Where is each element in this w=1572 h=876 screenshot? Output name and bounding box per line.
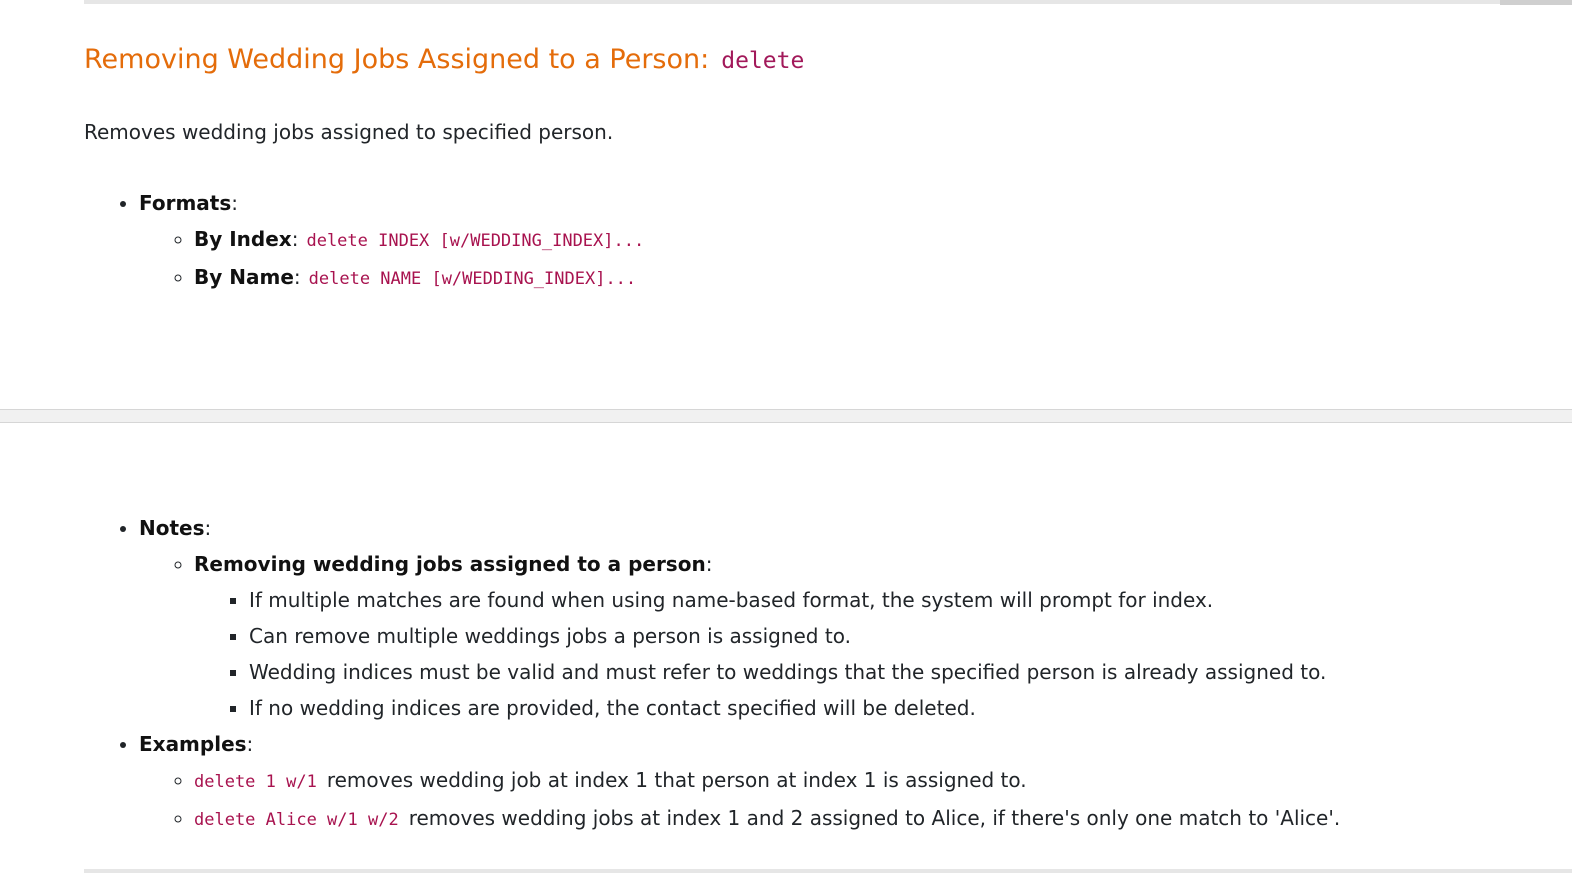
note-item-1: If multiple matches are found when using… xyxy=(249,582,1554,618)
section-intro: Removes wedding jobs assigned to specifi… xyxy=(84,120,614,144)
examples-item: Examples: delete 1 w/1removes wedding jo… xyxy=(139,726,1554,838)
top-divider-corner xyxy=(1500,0,1572,5)
bottom-divider xyxy=(84,869,1572,873)
note-item-4: If no wedding indices are provided, the … xyxy=(249,690,1554,726)
format-by-index-label: By Index xyxy=(194,227,292,251)
format-by-name-code: delete NAME [w/WEDDING_INDEX]... xyxy=(308,269,637,289)
notes-section: Notes: Removing wedding jobs assigned to… xyxy=(84,510,1554,838)
format-by-name-label: By Name xyxy=(194,265,294,289)
heading-command: delete xyxy=(721,48,805,74)
notes-subheading: Removing wedding jobs assigned to a pers… xyxy=(194,552,706,576)
note-item-3: Wedding indices must be valid and must r… xyxy=(249,654,1554,690)
notes-label: Notes xyxy=(139,516,205,540)
example-1-text: removes wedding job at index 1 that pers… xyxy=(326,768,1027,792)
formats-label: Formats xyxy=(139,191,232,215)
note-item-2: Can remove multiple weddings jobs a pers… xyxy=(249,618,1554,654)
format-by-index: By Index:delete INDEX [w/WEDDING_INDEX].… xyxy=(194,221,1554,259)
notes-item: Notes: Removing wedding jobs assigned to… xyxy=(139,510,1554,726)
page-break xyxy=(0,409,1572,423)
formats-item: Formats: By Index:delete INDEX [w/WEDDIN… xyxy=(139,185,1554,297)
format-by-name: By Name:delete NAME [w/WEDDING_INDEX]... xyxy=(194,259,1554,297)
formats-section: Formats: By Index:delete INDEX [w/WEDDIN… xyxy=(84,185,1554,297)
heading-title: Removing Wedding Jobs Assigned to a Pers… xyxy=(84,44,710,75)
top-divider xyxy=(84,0,1572,4)
example-1-code: delete 1 w/1 xyxy=(194,772,317,792)
notes-subitem: Removing wedding jobs assigned to a pers… xyxy=(194,546,1554,726)
example-item-2: delete Alice w/1 w/2 removes wedding jobs… xyxy=(194,800,1554,838)
examples-label: Examples xyxy=(139,732,247,756)
example-2-code: delete Alice w/1 w/2 xyxy=(194,810,399,830)
format-by-index-code: delete INDEX [w/WEDDING_INDEX]... xyxy=(306,231,645,251)
section-heading: Removing Wedding Jobs Assigned to a Pers… xyxy=(84,38,1554,83)
example-item-1: delete 1 w/1 removes wedding job at index… xyxy=(194,762,1554,800)
example-2-text: removes wedding jobs at index 1 and 2 as… xyxy=(408,806,1341,830)
